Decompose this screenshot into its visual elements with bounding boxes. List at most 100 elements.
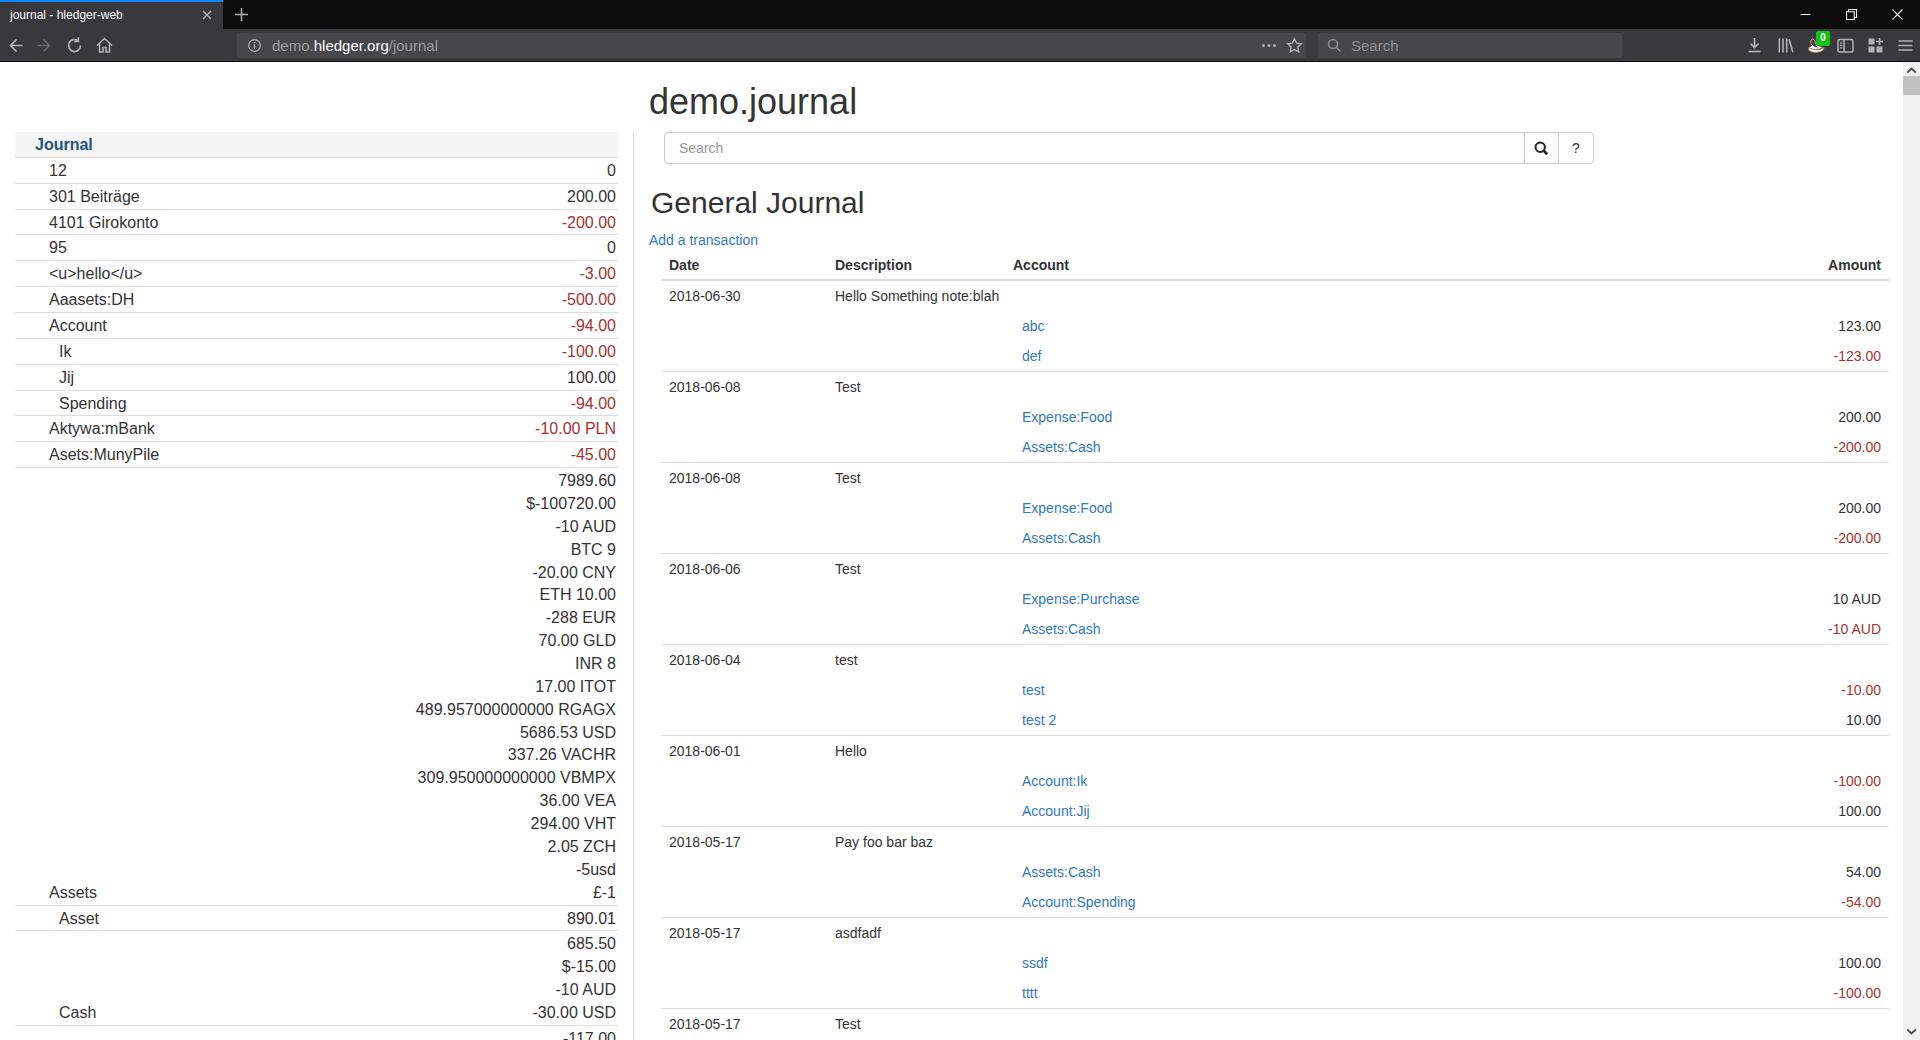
posting-account-link[interactable]: def [1022,348,1041,364]
window-close-button[interactable] [1874,0,1920,28]
add-transaction-link[interactable]: Add a transaction [649,230,758,250]
posting-account-link[interactable]: test 2 [1022,712,1056,728]
transaction-row[interactable]: 2018-06-08Test [661,462,1889,493]
transactions-table: Date Description Account Amount 2018-06-… [661,250,1889,1039]
posting-account-link[interactable]: Expense:Purchase [1022,591,1140,607]
sidebar-account-link[interactable]: Aktywa:mBank [49,420,155,437]
posting-account-link[interactable]: Assets:Cash [1022,530,1101,546]
extension-badge: 0 [1816,31,1830,46]
journal-search-button[interactable] [1524,132,1559,164]
home-icon[interactable] [95,36,114,55]
posting-row: Assets:Cash -10 AUD [661,614,1889,645]
sidebar-account-balance: -10.00 PLN [266,416,618,442]
bookmark-star-icon[interactable] [1286,37,1303,54]
browser-tab[interactable]: journal - hledger-web [0,0,223,29]
posting-row: Assets:Cash -200.00 [661,432,1889,463]
addons-grid-icon[interactable] [1866,36,1885,55]
sidebar-account-row: -117.00 [15,1025,618,1040]
posting-account-link[interactable]: Account:Ik [1022,773,1087,789]
sidebar-account-link[interactable]: 95 [49,239,67,256]
sidebar-account-row: Cash 685.50$-15.00-10 AUD-30.00 USD [15,931,618,1025]
vertical-scrollbar[interactable] [1903,62,1920,1040]
posting-row: Expense:Food200.00 [661,402,1889,432]
tab-close-icon[interactable] [199,7,215,23]
url-text: demo.hledger.org/journal [272,33,438,58]
forward-icon[interactable] [35,36,54,55]
window-minimize-button[interactable] [1782,0,1828,28]
transaction-row[interactable]: 2018-06-06Test [661,553,1889,584]
posting-account-link[interactable]: Assets:Cash [1022,439,1101,455]
sidebar-journal-link[interactable]: Journal [35,136,93,153]
sidebar-account-balance: 890.01 [266,905,618,931]
posting-account-link[interactable]: Expense:Food [1022,409,1112,425]
sidebar-account-row: Aktywa:mBank -10.00 PLN [15,416,618,442]
sidebar-account-balance: -117.00 [266,1025,618,1040]
sidebar-account-balance: 0 [266,235,618,261]
transaction-row[interactable]: 2018-05-17Pay foo bar baz [661,826,1889,857]
posting-account-link[interactable]: abc [1022,318,1045,334]
posting-row: Expense:Purchase 10 AUD [661,584,1889,614]
sidebar-account-link[interactable]: 12 [49,162,67,179]
transaction-row[interactable]: 2018-06-30Hello Something note:blah [661,280,1889,311]
sidebar-account-link[interactable]: Spending [59,395,127,412]
sidebar-account-link[interactable]: 4101 Girokonto [49,214,158,231]
journal-search-input[interactable] [664,132,1525,164]
sidebar-account-link[interactable]: Aaasets:DH [49,291,134,308]
page-actions-icon[interactable] [1261,39,1277,52]
url-path: /journal [389,37,438,54]
downloads-icon[interactable] [1745,36,1764,55]
sidebar-account-link[interactable]: Ik [59,343,71,360]
reload-icon[interactable] [65,36,84,55]
sidebars-icon[interactable] [1836,36,1855,55]
journal-search-form: ? [664,132,1594,164]
sidebar-account-balance: 685.50$-15.00-10 AUD-30.00 USD [266,931,618,1025]
sidebar-account-link[interactable]: Cash [59,1004,96,1021]
posting-amount: 10 AUD [1565,584,1889,614]
posting-account-link[interactable]: tttt [1022,985,1038,1001]
sidebar-account-link[interactable]: Jij [59,369,74,386]
column-divider [633,132,634,1040]
sidebar-account-link[interactable]: <u>hello</u> [49,265,142,282]
transaction-date: 2018-06-01 [661,735,827,766]
section-title: General Journal [651,186,864,220]
posting-amount: -10 AUD [1565,614,1889,645]
sidebar-header-row: Journal [15,132,618,157]
url-domain: hledger.org [314,37,389,54]
sidebar-account-link[interactable]: Asset [59,910,99,927]
posting-row: test 210.00 [661,705,1889,736]
posting-account-link[interactable]: test [1022,682,1045,698]
new-tab-icon[interactable] [233,6,250,23]
hamburger-menu-icon[interactable] [1896,36,1915,55]
transaction-date: 2018-06-04 [661,644,827,675]
transaction-row[interactable]: 2018-06-04test [661,644,1889,675]
posting-account-link[interactable]: Account:Spending [1022,894,1136,910]
transaction-row[interactable]: 2018-05-17Test [661,1008,1889,1039]
site-info-icon[interactable] [248,39,261,52]
column-header-description: Description [827,250,1005,280]
transaction-row[interactable]: 2018-05-17asdfadf [661,917,1889,948]
sidebar-account-link[interactable]: Account [49,317,107,334]
sidebar-account-row: Asets:MunyPile-45.00 [15,442,618,468]
back-icon[interactable] [6,36,25,55]
posting-account-link[interactable]: Assets:Cash [1022,621,1101,637]
window-restore-button[interactable] [1828,0,1874,28]
scrollbar-down-icon[interactable] [1903,1023,1920,1040]
sidebar-account-balance: 7989.60$-100720.00-10 AUDBTC 9-20.00 CNY… [266,468,618,905]
sidebar-account-link[interactable]: 301 Beiträge [49,188,140,205]
posting-account-link[interactable]: ssdf [1022,955,1048,971]
url-subdomain: demo. [272,37,314,54]
posting-amount: 200.00 [1565,493,1889,523]
transaction-date: 2018-05-17 [661,826,827,857]
library-icon[interactable] [1776,36,1795,55]
posting-row: Expense:Food 200.00 [661,493,1889,523]
posting-account-link[interactable]: Expense:Food [1022,500,1112,516]
search-help-button[interactable]: ? [1558,132,1594,164]
transaction-row[interactable]: 2018-06-01Hello [661,735,1889,766]
sidebar-account-link[interactable]: Assets [49,884,97,901]
posting-amount: -200.00 [1565,432,1889,463]
scrollbar-thumb[interactable] [1903,76,1920,95]
sidebar-account-link[interactable]: Asets:MunyPile [49,446,159,463]
posting-account-link[interactable]: Assets:Cash [1022,864,1101,880]
transaction-row[interactable]: 2018-06-08Test [661,371,1889,402]
posting-account-link[interactable]: Account:Jij [1022,803,1090,819]
